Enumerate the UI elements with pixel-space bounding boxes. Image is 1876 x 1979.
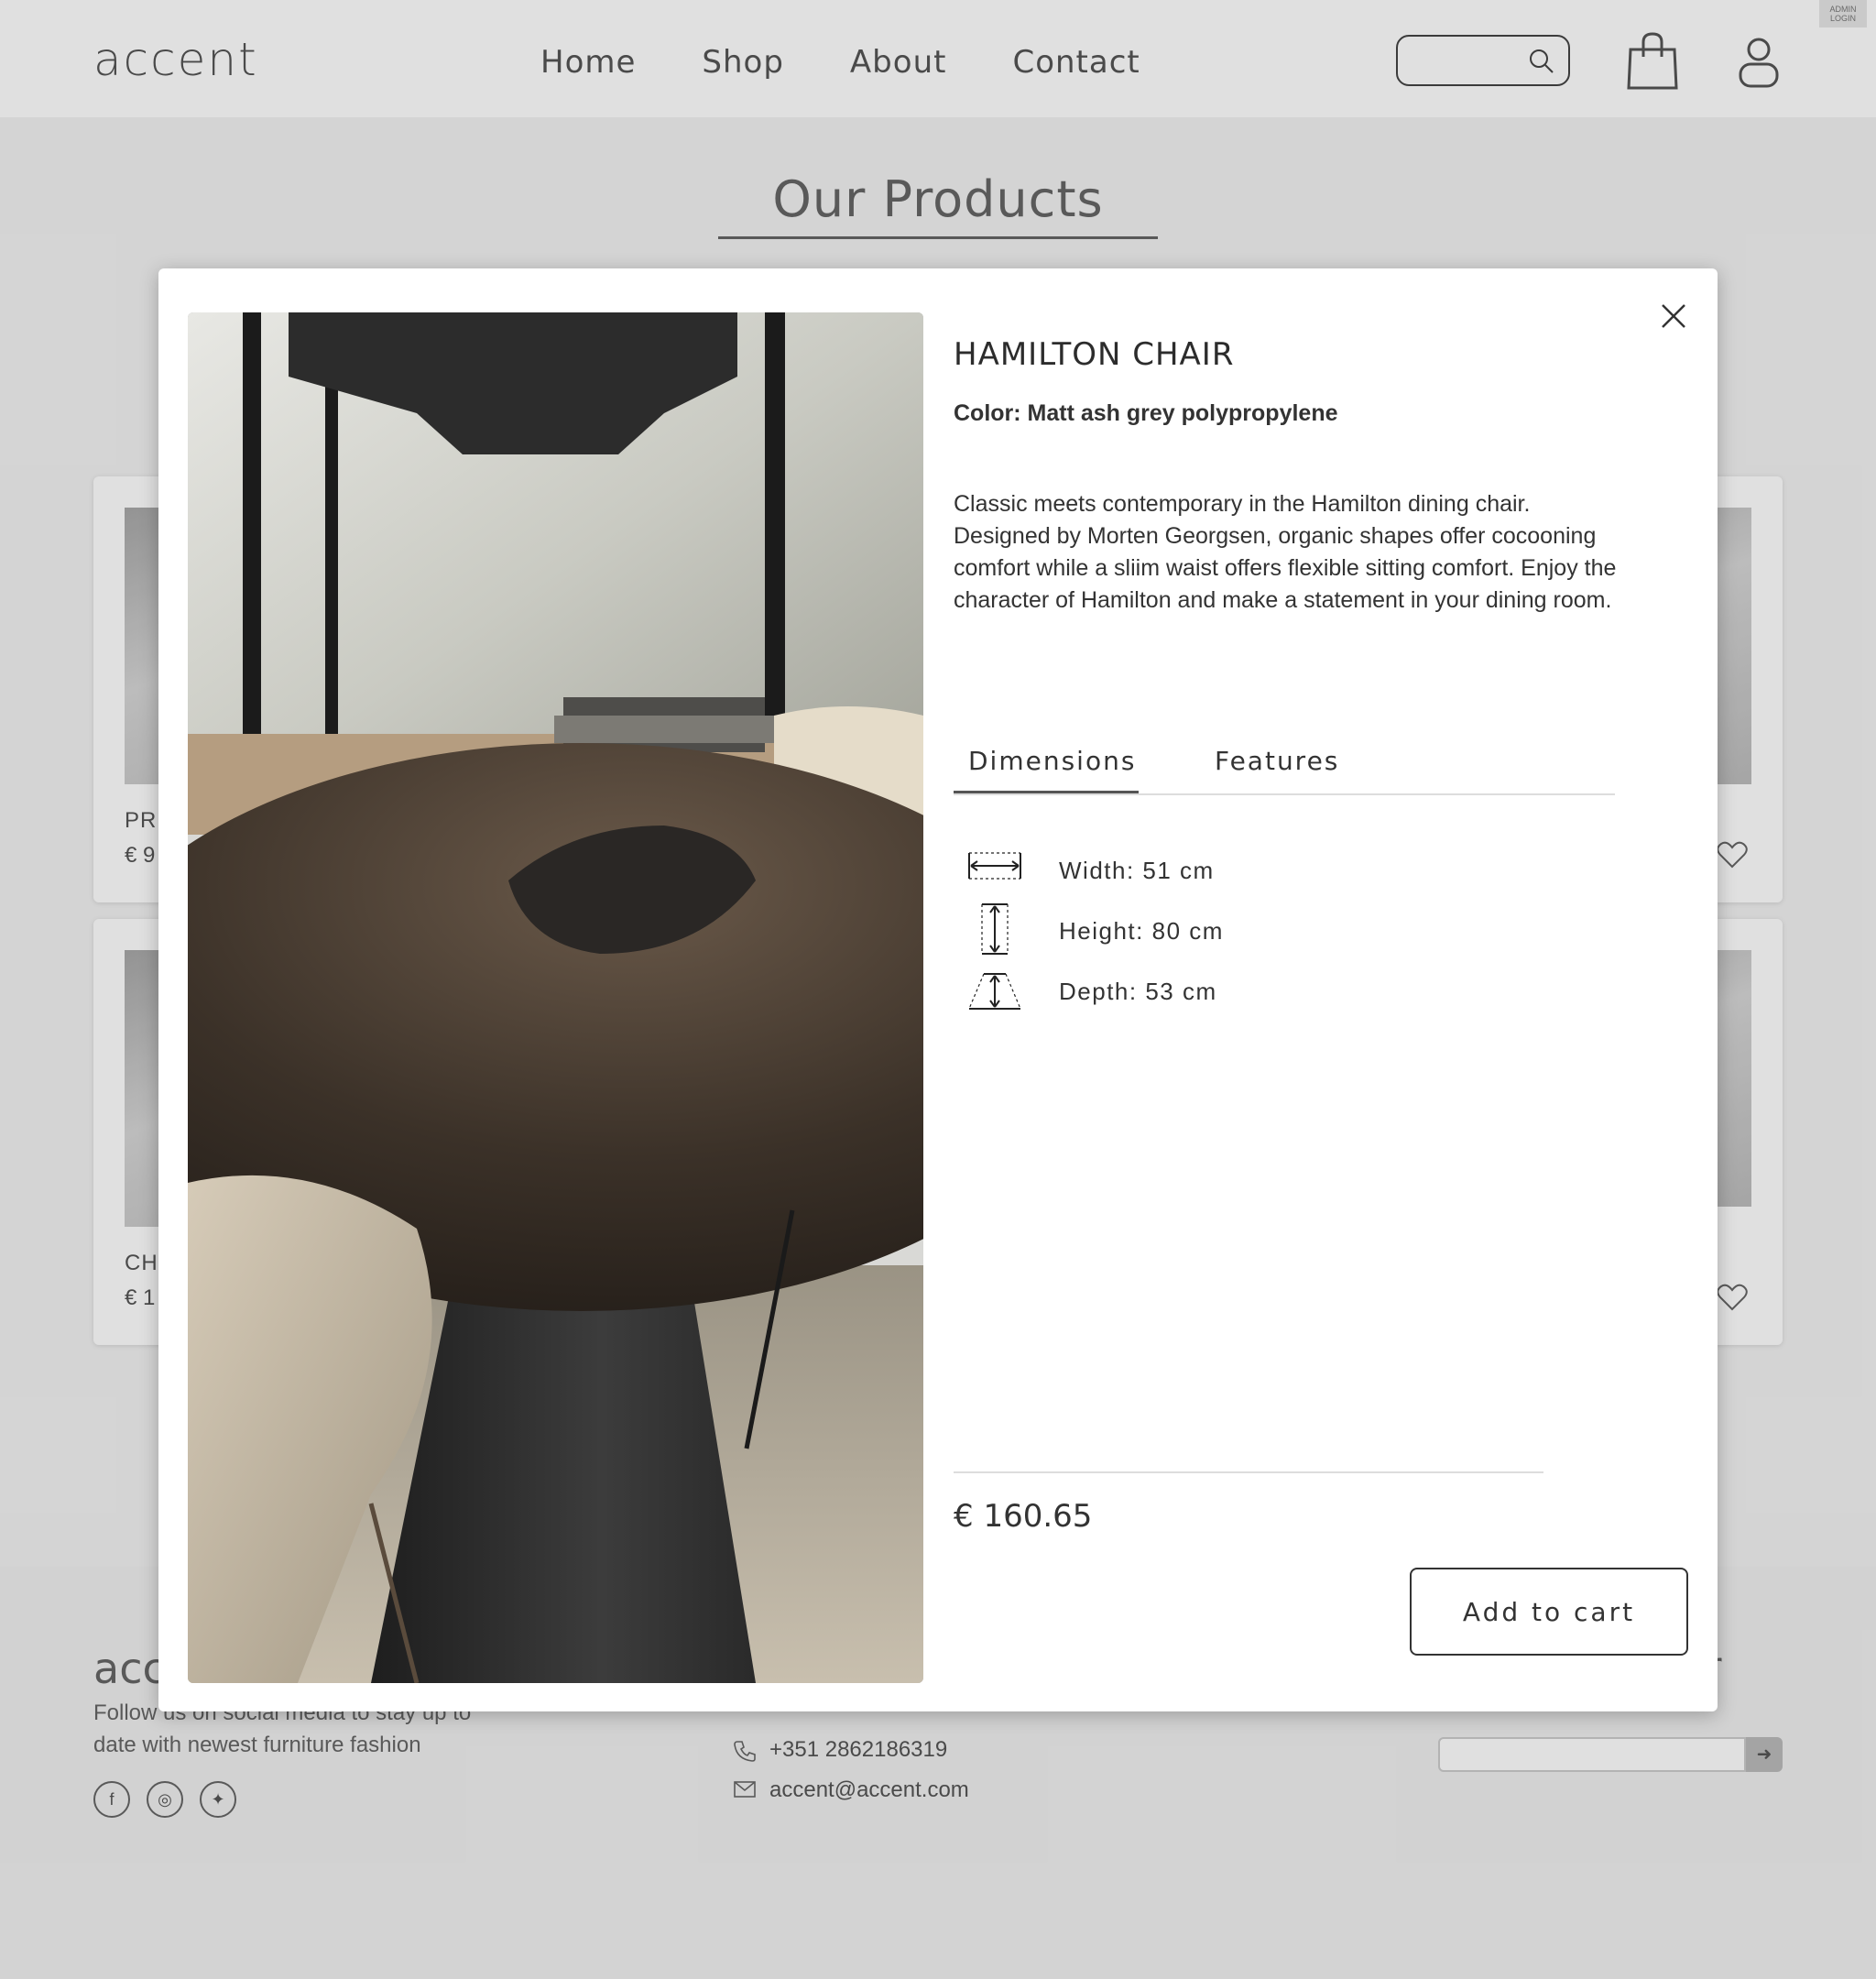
product-photo-illustration [188,312,923,1683]
product-modal: HAMILTON CHAIR Color: Matt ash grey poly… [158,268,1718,1711]
tab-dimensions[interactable]: Dimensions [954,736,1139,793]
height-icon [981,903,1009,955]
height-label: Height: 80 cm [1059,917,1224,945]
product-title: HAMILTON CHAIR [954,336,1235,373]
depth-label: Depth: 53 cm [1059,978,1217,1005]
product-description: Classic meets contemporary in the Hamilt… [954,491,1617,613]
product-price: € 160.65 [954,1498,1093,1535]
width-icon [968,852,1021,880]
width-label: Width: 51 cm [1059,857,1215,884]
tab-features[interactable]: Features [1215,736,1339,793]
product-photo [188,312,923,1683]
divider [954,1471,1543,1473]
close-icon[interactable] [1655,298,1692,334]
depth-icon [968,973,1021,1010]
product-color: Color: Matt ash grey polypropylene [954,400,1338,426]
add-to-cart-button[interactable]: Add to cart [1410,1568,1688,1656]
product-tabs: Dimensions Features [954,736,1615,795]
